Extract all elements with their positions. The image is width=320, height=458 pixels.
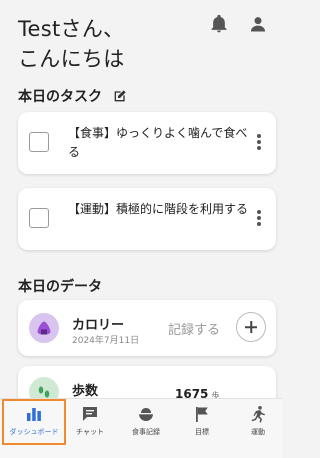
greeting-line-1: Testさん、 (18, 17, 125, 41)
tab-meal-record[interactable]: 食事記録 (118, 399, 174, 447)
calorie-card[interactable]: カロリー 2024年7月11日 記録する (18, 300, 276, 356)
tab-exercise[interactable]: 運動 (230, 399, 286, 447)
flag-icon (196, 407, 208, 422)
tab-label: 食事記録 (132, 428, 160, 436)
tab-goals[interactable]: 目標 (174, 399, 230, 447)
task-text: 【食事】ゆっくりよく噛んで食べる (68, 126, 248, 159)
more-options-icon[interactable] (256, 210, 262, 228)
tasks-title-text: 本日のタスク (18, 89, 102, 105)
bell-icon[interactable] (209, 14, 229, 34)
task-card[interactable]: 【運動】積極的に階段を利用する (18, 188, 276, 250)
chat-icon (83, 407, 97, 421)
greeting: Testさん、 こんにちは (18, 14, 125, 74)
tab-label: 運動 (251, 428, 265, 436)
calorie-label: カロリー (72, 318, 125, 333)
tab-dashboard[interactable]: ダッシュボード (6, 399, 62, 447)
tab-chat[interactable]: チャット (62, 399, 118, 447)
task-checkbox[interactable] (29, 132, 49, 152)
bottom-tab-bar: ダッシュボード チャット 食事記録 目標 運動 (0, 398, 282, 458)
tab-label: ダッシュボード (9, 428, 59, 436)
steps-label: 歩数 (72, 384, 99, 399)
more-options-icon[interactable] (256, 134, 262, 152)
greeting-line-2: こんにちは (18, 47, 125, 71)
record-button-label[interactable]: 記録する (168, 319, 220, 338)
data-section-title: 本日のデータ (18, 279, 102, 295)
meal-icon (139, 408, 153, 421)
bar-chart-icon (27, 408, 41, 421)
onigiri-icon (29, 313, 59, 343)
calorie-date: 2024年7月11日 (72, 336, 140, 346)
tab-label: 目標 (195, 428, 209, 436)
task-checkbox[interactable] (29, 208, 49, 228)
add-record-button[interactable] (236, 312, 266, 342)
tab-label: チャット (76, 428, 104, 436)
edit-icon[interactable] (112, 88, 128, 104)
person-icon[interactable] (248, 14, 268, 34)
task-card[interactable]: 【食事】ゆっくりよく噛んで食べる (18, 112, 276, 174)
tasks-section-title: 本日のタスク (18, 86, 128, 106)
running-icon (251, 406, 265, 423)
task-text: 【運動】積極的に階段を利用する (68, 202, 249, 216)
